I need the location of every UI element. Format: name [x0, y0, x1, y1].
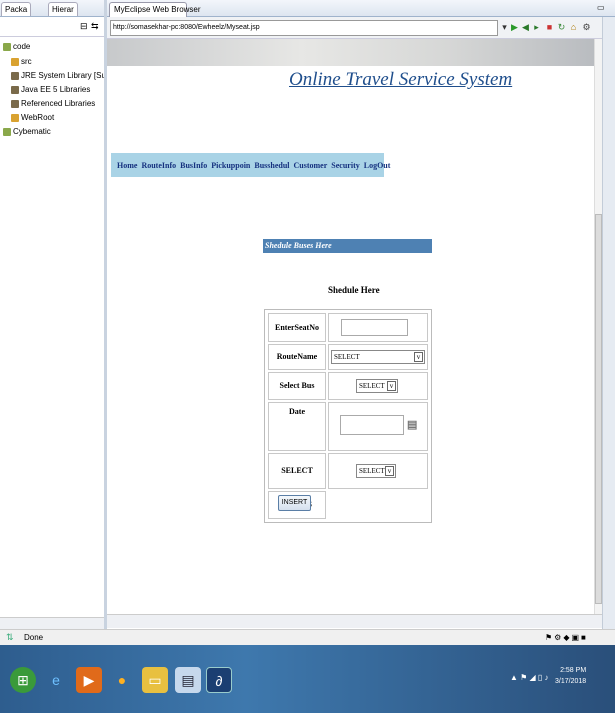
status-select[interactable]: SELECT v	[356, 464, 396, 478]
source-folder-icon	[11, 57, 19, 66]
status-label: SELECT STATUS	[268, 453, 326, 509]
folder-icon	[11, 113, 19, 122]
settings-icon[interactable]: ⚙	[582, 23, 591, 32]
project-icon	[3, 127, 11, 136]
main-nav: Home RouteInfo BusInfo Pickuppoin Busshe…	[111, 153, 390, 177]
calendar-icon[interactable]: ▤	[407, 418, 417, 431]
library-icon	[11, 71, 19, 80]
nav-logout[interactable]: LogOut	[364, 161, 391, 170]
ie-icon[interactable]: e	[43, 667, 69, 693]
bus-select[interactable]: SELECT v	[356, 379, 398, 393]
address-input[interactable]: http://somasekhar-pc:8080/Ewheelz/Myseat…	[110, 20, 498, 36]
nav-customer[interactable]: Customer	[294, 161, 328, 170]
seat-label: EnterSeatNo	[268, 313, 326, 342]
tree-item-javaee[interactable]: Java EE 5 Libraries	[11, 84, 90, 96]
page-content: Online Travel Service System Home RouteI…	[107, 39, 594, 614]
forward-icon[interactable]: ▸	[532, 23, 541, 32]
home-icon[interactable]: ⌂	[569, 23, 578, 32]
chevron-down-icon: v	[387, 381, 396, 391]
chevron-down-icon: v	[385, 466, 394, 476]
schedule-form: EnterSeatNo RouteName SELECT v Select Bus…	[264, 309, 432, 523]
header-banner	[107, 39, 594, 66]
site-title: Online Travel Service System	[289, 69, 513, 90]
horizontal-scrollbar[interactable]	[107, 614, 602, 628]
bus-label: Select Bus	[268, 372, 326, 400]
status-icon: ⇅	[6, 632, 14, 642]
chevron-down-icon: v	[414, 352, 423, 362]
eclipse-icon[interactable]: ∂	[206, 667, 232, 693]
browser-tab-bar: MyEclipse Web Browser ▭	[107, 0, 615, 17]
nav-home[interactable]: Home	[117, 161, 137, 170]
status-tools-icon[interactable]: ⚑⚙◆▣■	[545, 633, 588, 642]
hierarchy-tab[interactable]: Hierar	[48, 2, 78, 16]
go-icon[interactable]: ▶	[510, 23, 519, 32]
link-editor-icon[interactable]: ⇆	[91, 21, 99, 32]
project-tree: code src JRE System Library [Sun J Java …	[0, 37, 117, 617]
vertical-scrollbar-thumb[interactable]	[595, 214, 602, 604]
system-tray[interactable]: 2:58 PM 3/17/2018	[555, 665, 586, 687]
taskbar: ⊞ e ▶ ● ▭ ▤ ∂ 2:58 PM 3/17/2018 ▲ ⚑ ◢ ▯ …	[0, 645, 615, 713]
collapse-all-icon[interactable]: ⊟	[80, 21, 88, 32]
route-label: RouteName	[268, 344, 326, 370]
right-side-strip	[602, 17, 615, 645]
tray-icons[interactable]: ▲ ⚑ ◢ ▯ ♪	[510, 673, 549, 682]
folder-icon[interactable]: ▭	[142, 667, 168, 693]
nav-pickuppoint[interactable]: Pickuppoin	[211, 161, 250, 170]
address-row: http://somasekhar-pc:8080/Ewheelz/Myseat…	[107, 17, 602, 39]
tree-item-cybematic[interactable]: Cybematic	[3, 126, 51, 138]
nav-businfo[interactable]: BusInfo	[180, 161, 207, 170]
seat-input[interactable]	[341, 319, 408, 336]
back-icon[interactable]: ◀	[521, 23, 530, 32]
tree-item-code[interactable]: code	[3, 41, 30, 53]
status-text: Done	[24, 633, 44, 642]
clock-time: 2:58 PM	[560, 667, 587, 674]
tree-item-src[interactable]: src	[11, 56, 32, 68]
date-label: Date	[268, 402, 326, 451]
seat-cell	[328, 313, 428, 342]
tree-item-referenced[interactable]: Referenced Libraries	[11, 98, 95, 110]
package-explorer-tab[interactable]: Packa	[1, 2, 32, 16]
clock-date: 3/17/2018	[555, 678, 587, 685]
library-icon	[11, 85, 19, 94]
nav-security[interactable]: Security	[331, 161, 359, 170]
dropdown-icon[interactable]: ▾	[500, 23, 509, 32]
left-horizontal-scrollbar[interactable]	[0, 617, 104, 629]
route-select[interactable]: SELECT v	[331, 350, 425, 364]
editor-icon[interactable]: ▤	[175, 667, 201, 693]
insert-button[interactable]: INSERT	[278, 495, 311, 511]
refresh-icon[interactable]: ↻	[557, 23, 566, 32]
section-title: Shedule Buses Here	[263, 239, 432, 253]
status-cell: SELECT v	[328, 453, 428, 489]
nav-busshedule[interactable]: Busshedul	[254, 161, 289, 170]
library-icon	[11, 99, 19, 108]
media-icon[interactable]: ▶	[76, 667, 102, 693]
status-bar: ⇅ Done ⚑⚙◆▣■	[0, 629, 615, 645]
minimize-icon[interactable]: ▭	[597, 3, 605, 12]
tree-item-webroot[interactable]: WebRoot	[11, 112, 54, 124]
tree-item-jre[interactable]: JRE System Library [Sun J	[11, 70, 117, 82]
nav-routeinfo[interactable]: RouteInfo	[141, 161, 176, 170]
form-heading: Shedule Here	[328, 285, 380, 295]
date-cell: ▤	[328, 402, 428, 451]
stop-icon[interactable]: ■	[545, 23, 554, 32]
route-cell: SELECT v	[328, 344, 428, 370]
chrome-icon[interactable]: ●	[109, 667, 135, 693]
left-panel-toolbar: ⊟ ⇆	[0, 17, 104, 37]
left-panel-tabs: Packa Hierar	[0, 0, 104, 17]
date-input[interactable]	[340, 415, 404, 435]
start-icon[interactable]: ⊞	[10, 667, 36, 693]
vertical-scrollbar[interactable]	[594, 39, 602, 614]
project-icon	[3, 42, 11, 51]
bus-cell: SELECT v	[328, 372, 428, 400]
browser-tab[interactable]: MyEclipse Web Browser	[109, 2, 201, 17]
